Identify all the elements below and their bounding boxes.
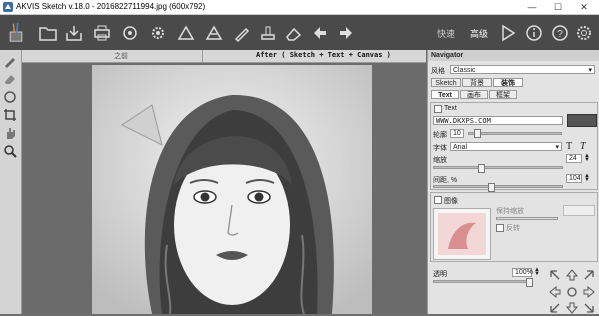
- pencil-icon[interactable]: [3, 54, 17, 68]
- info-icon[interactable]: [524, 23, 544, 43]
- arrow-up-left-icon[interactable]: [549, 269, 561, 281]
- arrow-left-icon[interactable]: [549, 285, 561, 299]
- style-dropdown[interactable]: Classic ▾: [450, 65, 595, 74]
- image-label: 图像: [444, 198, 458, 205]
- image-canvas[interactable]: [22, 63, 426, 314]
- brush-icon[interactable]: [232, 23, 252, 43]
- font-value: Arial: [453, 144, 468, 151]
- undo-icon[interactable]: [310, 23, 330, 43]
- window-title: AKVIS Sketch v.18.0 - 2016822711994.jpg …: [16, 2, 206, 11]
- brush-cup-icon: [6, 22, 28, 46]
- preset-icon[interactable]: [176, 23, 196, 43]
- text-input[interactable]: WWW.DKXPS.COM: [433, 116, 563, 125]
- sketch-image: [92, 65, 372, 314]
- app-icon: [3, 2, 13, 12]
- arrow-down-left-icon[interactable]: [549, 302, 561, 314]
- stamp-icon[interactable]: [258, 23, 278, 43]
- spacing-slider-knob[interactable]: [488, 183, 495, 192]
- center-circle-icon[interactable]: [566, 286, 578, 298]
- crop-icon[interactable]: [3, 108, 17, 122]
- arrow-down-icon[interactable]: [565, 302, 579, 314]
- advanced-mode-label[interactable]: 高级: [470, 27, 488, 40]
- svg-text:?: ?: [557, 29, 563, 40]
- reverse-checkbox[interactable]: [496, 224, 504, 232]
- arrow-down-right-icon[interactable]: [583, 302, 595, 314]
- hand-icon[interactable]: [3, 126, 17, 140]
- open-file-icon[interactable]: [38, 23, 58, 43]
- preset-delete-icon[interactable]: [204, 23, 224, 43]
- subtab-frame[interactable]: 框架: [489, 90, 517, 99]
- opacity-input[interactable]: 100%: [512, 268, 533, 277]
- arrow-up-icon[interactable]: [565, 269, 579, 281]
- outline-label: 轮廓: [433, 132, 447, 139]
- arrow-right-icon[interactable]: [583, 285, 595, 299]
- outline-slider[interactable]: [468, 132, 562, 135]
- chevron-down-icon: ▾: [588, 67, 592, 74]
- main-toolbar: 快速 高级 ?: [0, 15, 599, 50]
- scale-label: 缩放: [433, 157, 447, 164]
- settings-panel: Navigator 风格 Classic ▾ Sketch 背景 装饰 Text…: [427, 50, 599, 314]
- redo-icon[interactable]: [336, 23, 356, 43]
- font-dropdown[interactable]: Arial ▾: [450, 142, 562, 151]
- help-icon[interactable]: ?: [550, 23, 570, 43]
- save-icon[interactable]: [64, 23, 84, 43]
- chevron-down-icon: ▾: [555, 144, 559, 151]
- navigator-header[interactable]: Navigator: [428, 50, 599, 61]
- close-button[interactable]: ✕: [571, 0, 597, 14]
- style-label: 风格: [431, 68, 445, 75]
- spacing-spinner[interactable]: ▲ ▼: [584, 173, 590, 183]
- image-checkbox[interactable]: [434, 196, 442, 204]
- opacity-label: 透明: [433, 271, 447, 278]
- batch-gear-icon[interactable]: [148, 23, 168, 43]
- subtab-text[interactable]: Text: [431, 90, 459, 99]
- zoom-icon[interactable]: [3, 144, 17, 158]
- font-size-spinner[interactable]: ▲ ▼: [584, 153, 590, 163]
- share-icon[interactable]: [120, 23, 140, 43]
- scale-slider-knob[interactable]: [478, 164, 485, 173]
- text-check-label: Text: [444, 105, 457, 112]
- quick-mode-label[interactable]: 快速: [437, 27, 455, 40]
- run-icon[interactable]: [498, 23, 518, 43]
- text-color-swatch[interactable]: [567, 114, 597, 127]
- title-bar: AKVIS Sketch v.18.0 - 2016822711994.jpg …: [0, 0, 599, 15]
- outline-slider-knob[interactable]: [474, 129, 481, 138]
- tab-before[interactable]: 之前: [114, 51, 128, 61]
- font-size-input[interactable]: 24: [566, 154, 582, 163]
- italic-t-icon[interactable]: T: [580, 141, 586, 152]
- spacing-input[interactable]: 104: [566, 174, 582, 183]
- style-value: Classic: [453, 67, 476, 74]
- text-checkbox[interactable]: [434, 105, 442, 113]
- tab-after[interactable]: After ( Sketch + Text + Canvas ): [256, 51, 391, 59]
- spacing-label: 间距, %: [433, 177, 458, 184]
- settings-gear-icon[interactable]: [574, 23, 594, 43]
- image-scale-slider[interactable]: [496, 217, 558, 220]
- history-brush-icon[interactable]: [3, 90, 17, 104]
- opacity-spinner[interactable]: ▲ ▼: [534, 267, 540, 277]
- keep-ratio-input[interactable]: [563, 205, 595, 216]
- opacity-slider[interactable]: [433, 280, 533, 283]
- tab-decoration[interactable]: 装饰: [493, 78, 523, 87]
- tab-divider: [202, 50, 203, 62]
- eraser-tool-icon[interactable]: [3, 72, 17, 86]
- tab-sketch[interactable]: Sketch: [431, 78, 461, 87]
- arrow-up-right-icon[interactable]: [583, 269, 595, 281]
- subtab-canvas[interactable]: 画布: [460, 90, 488, 99]
- spacing-slider[interactable]: [433, 185, 563, 188]
- font-label: 字体: [433, 145, 447, 152]
- eraser-icon[interactable]: [284, 23, 304, 43]
- scale-slider[interactable]: [433, 166, 563, 169]
- reverse-label: 反转: [506, 225, 520, 232]
- image-preview[interactable]: [433, 208, 491, 260]
- keep-ratio-label: 保持缩放: [496, 208, 524, 215]
- outline-input[interactable]: 10: [450, 129, 464, 138]
- opacity-slider-knob[interactable]: [526, 278, 533, 287]
- left-toolbar: [0, 50, 22, 314]
- view-tabs: 之前 After ( Sketch + Text + Canvas ): [22, 50, 426, 63]
- bold-t-icon[interactable]: T: [566, 141, 572, 152]
- maximize-button[interactable]: ☐: [545, 0, 571, 14]
- print-icon[interactable]: [92, 23, 112, 43]
- tab-background[interactable]: 背景: [462, 78, 492, 87]
- minimize-button[interactable]: —: [519, 0, 545, 14]
